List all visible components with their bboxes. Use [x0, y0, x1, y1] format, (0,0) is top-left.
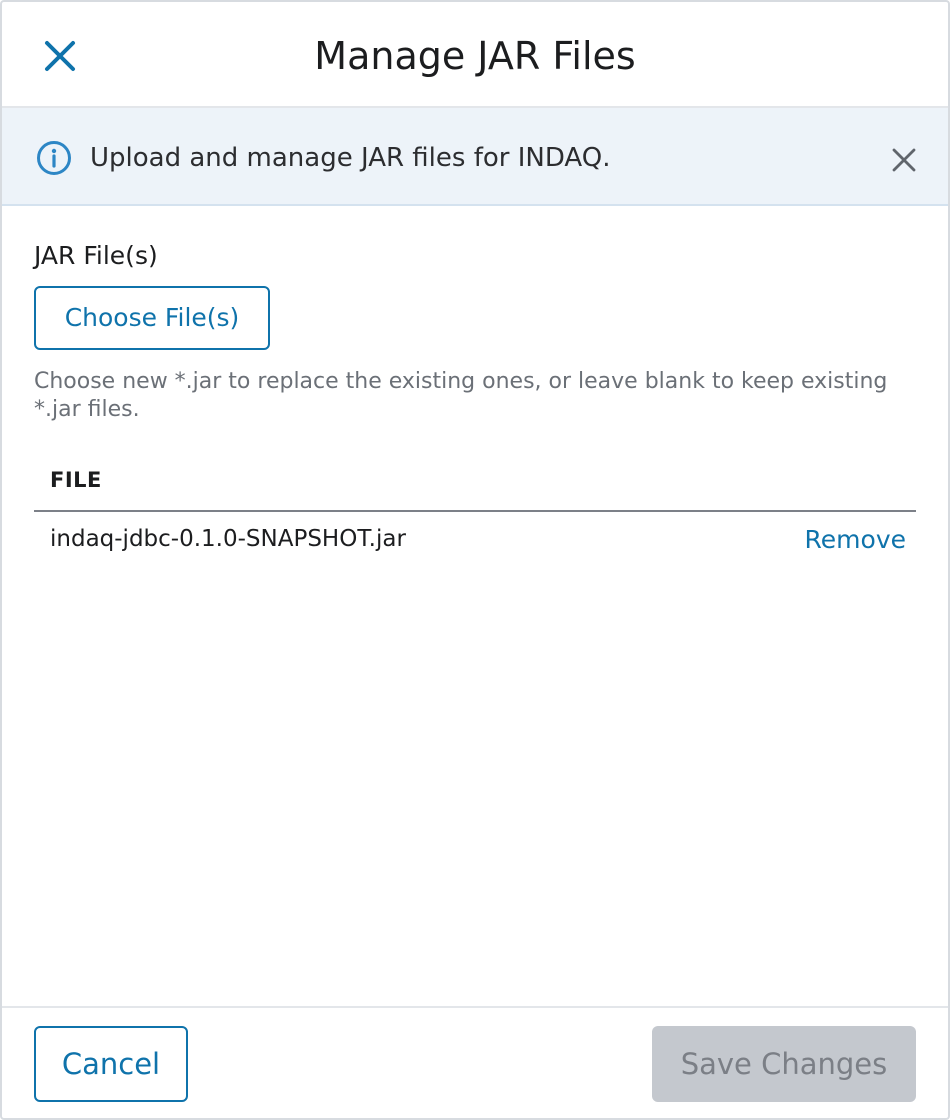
info-icon [37, 141, 71, 175]
column-header-file: FILE [50, 468, 102, 492]
cancel-button[interactable]: Cancel [34, 1026, 188, 1102]
manage-jar-files-dialog: Manage JAR Files Upload and manage JAR f… [0, 0, 950, 1120]
jar-files-table: FILE indaq-jdbc-0.1.0-SNAPSHOT.jar Remov… [34, 450, 916, 566]
upload-help-text: Choose new *.jar to replace the existing… [34, 369, 888, 422]
dialog-footer: Cancel Save Changes [2, 1006, 948, 1118]
table-header: FILE [34, 450, 916, 512]
close-icon [892, 148, 916, 172]
save-changes-button[interactable]: Save Changes [652, 1026, 916, 1102]
banner-message: Upload and manage JAR files for INDAQ. [90, 143, 611, 173]
file-name: indaq-jdbc-0.1.0-SNAPSHOT.jar [50, 526, 406, 552]
dialog-title: Manage JAR Files [314, 34, 636, 78]
info-banner: Upload and manage JAR files for INDAQ. [2, 108, 948, 206]
dialog-header: Manage JAR Files [2, 2, 948, 108]
dismiss-banner-button[interactable] [884, 140, 924, 180]
choose-files-button[interactable]: Choose File(s) [34, 286, 270, 350]
remove-file-link[interactable]: Remove [805, 525, 906, 554]
table-row: indaq-jdbc-0.1.0-SNAPSHOT.jar Remove [34, 512, 916, 566]
jar-files-label: JAR File(s) [34, 241, 158, 270]
